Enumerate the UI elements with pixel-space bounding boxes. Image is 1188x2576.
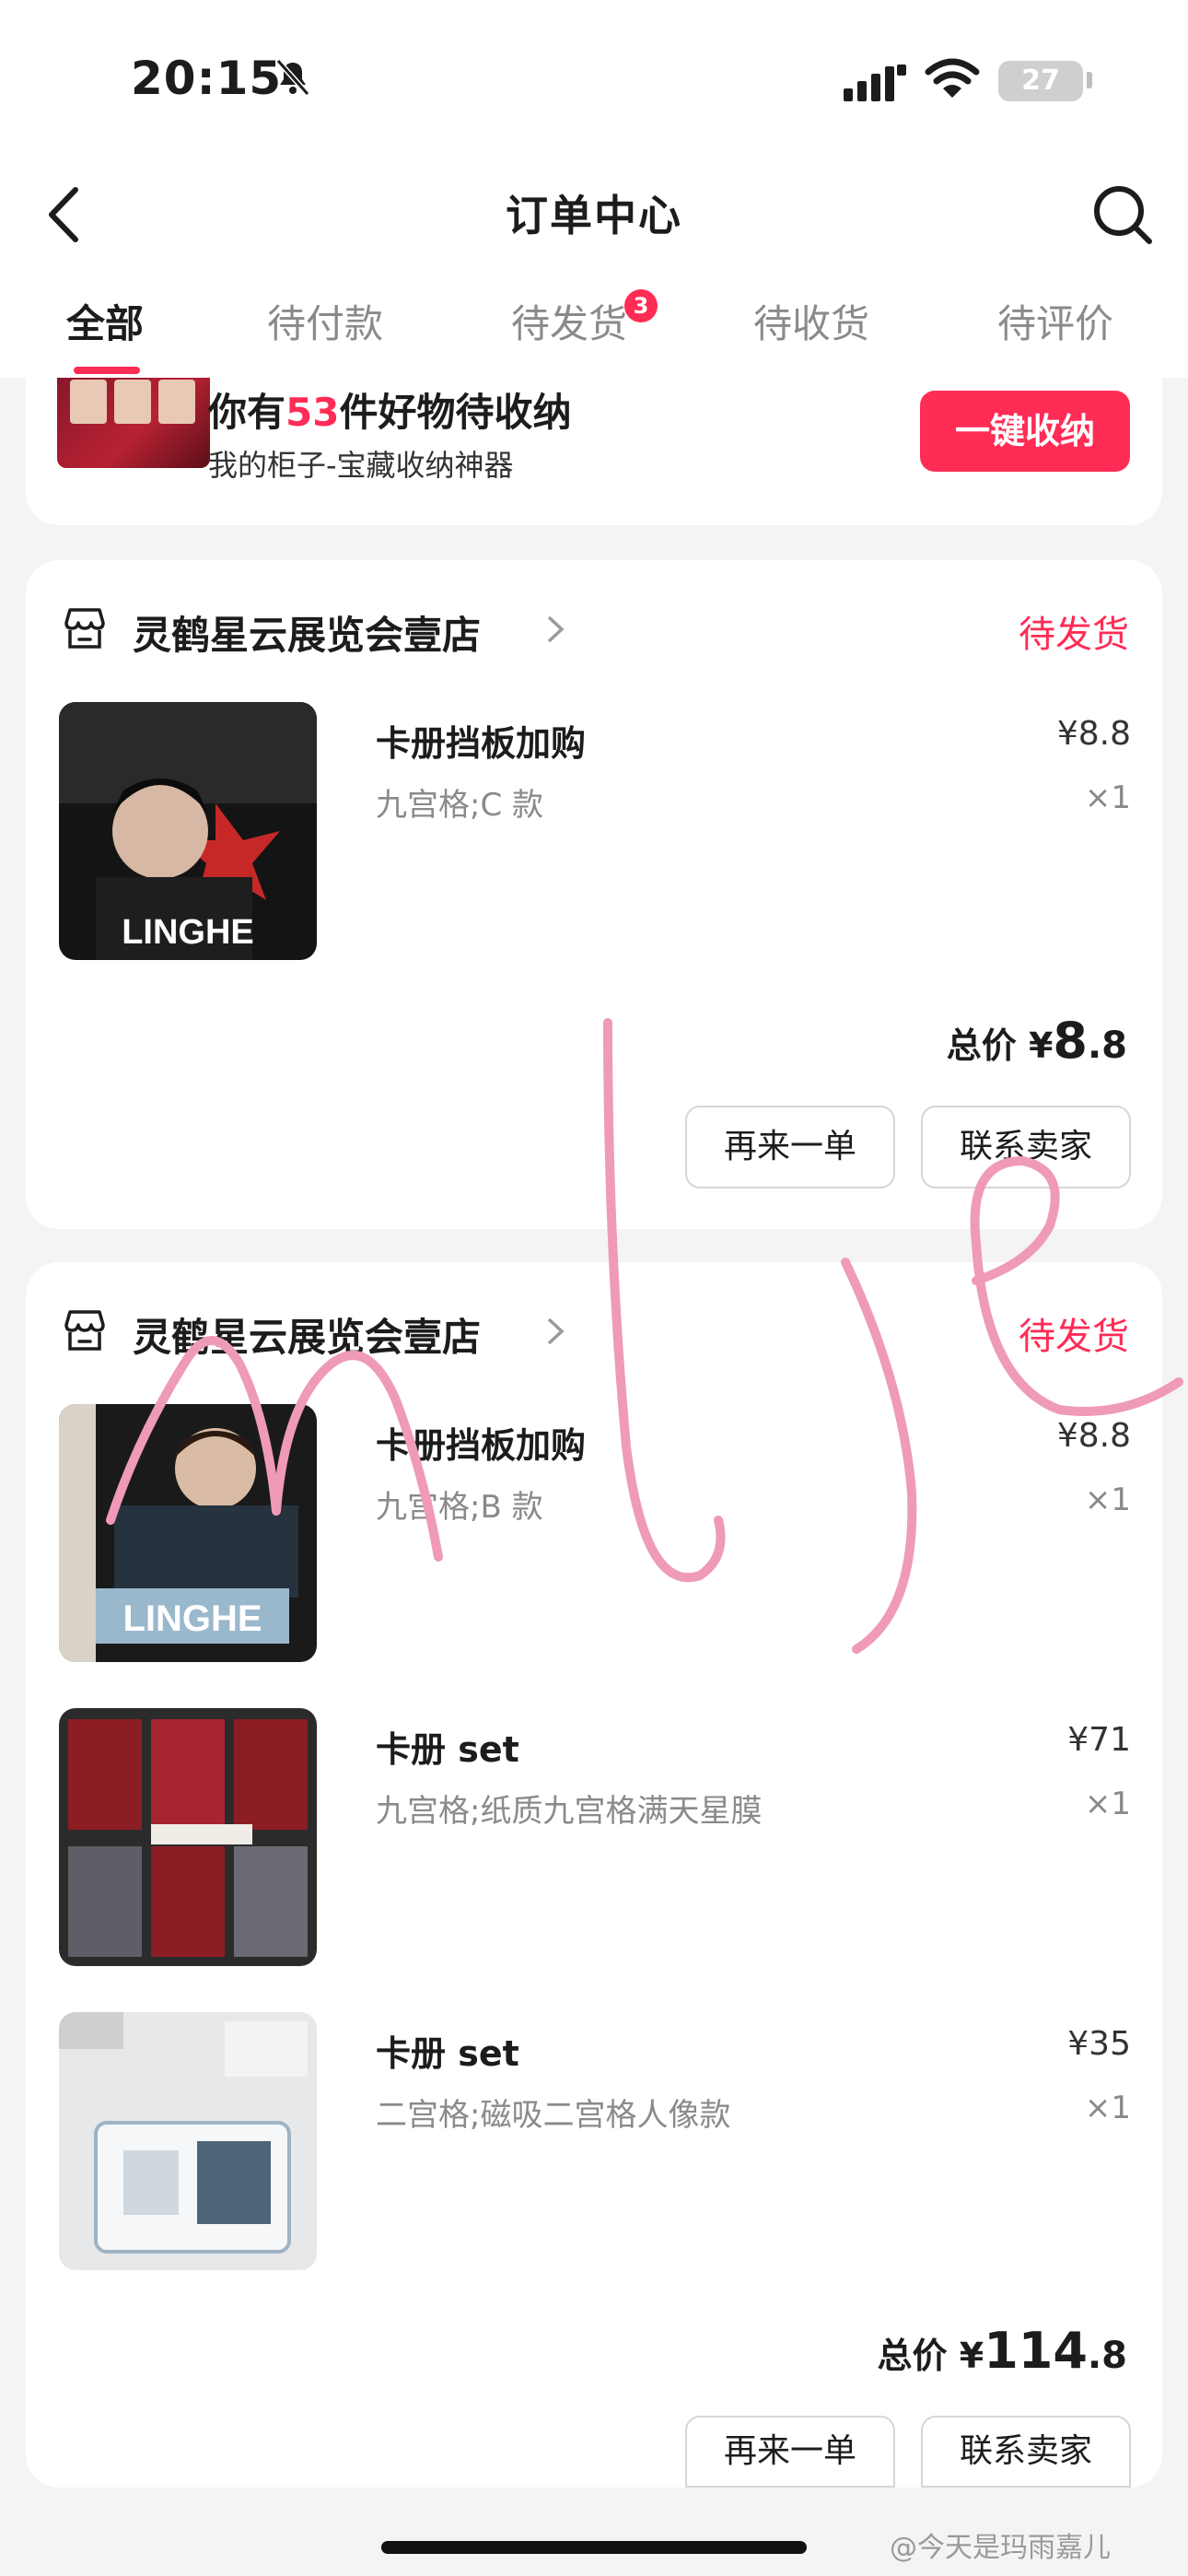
nav-bar: 订单中心 [0,166,1188,258]
product-name: 卡册挡板加购 [376,1425,587,1466]
product-price: ¥71 [1067,1721,1131,1759]
product-image [59,1708,317,1966]
wifi-icon [925,58,980,98]
product-name: 卡册 set [376,2033,519,2074]
active-tab-indicator [74,367,140,374]
product-image-text: LINGHE [122,1598,262,1639]
tab-all[interactable]: 全部 [66,293,144,349]
battery-tip [1087,72,1092,88]
tab-badge: 3 [624,289,658,322]
order-card: 灵鹤星云展览会壹店 待发货 LINGHE 卡册挡板加购 九宫格;B 款 ¥8.8… [26,1262,1162,2488]
product-spec: 二宫格;磁吸二宫格人像款 [376,2097,731,2134]
status-time: 20:15 [131,52,283,105]
search-icon[interactable] [1090,182,1155,247]
promo-subtitle: 我的柜子-宝藏收纳神器 [208,448,514,483]
order-tabs: 全部 待付款 待发货 3 待收货 待评价 [0,289,1188,376]
reorder-button[interactable]: 再来一单 [685,1106,895,1188]
shop-header[interactable]: 灵鹤星云展览会壹店 待发货 [61,601,1129,658]
tab-pending-payment[interactable]: 待付款 [267,293,383,349]
total-amount-int: 8 [1053,1012,1088,1070]
product-spec: 九宫格;纸质九宫格满天星膜 [376,1793,763,1830]
product-price: ¥8.8 [1056,1417,1131,1455]
battery-indicator: 27 [998,61,1083,101]
promo-title-suffix: 件好物待收纳 [339,390,572,435]
order-item[interactable]: 卡册 set 二宫格;磁吸二宫格人像款 ¥35 ×1 [59,2012,1131,2270]
tab-pending-review[interactable]: 待评价 [997,293,1113,349]
total-label: 总价 [877,2336,948,2376]
product-quantity: ×1 [1084,779,1131,816]
cellular-signal-icon [844,64,906,101]
total-label: 总价 [946,1025,1017,1066]
product-name: 卡册挡板加购 [376,723,587,764]
page-title: 订单中心 [506,191,682,240]
order-total: 总价 ¥114.8 [878,2322,1127,2380]
product-image-text: LINGHE [122,913,254,952]
order-status: 待发货 [1019,1316,1129,1358]
watermark: @今天是玛雨嘉儿 [890,2532,1111,2564]
product-image [59,2012,317,2270]
shop-name: 灵鹤星云展览会壹店 [133,613,482,658]
top-bar: 20:15 27 订单中心 全部 待付款 待发货 3 待收货 待评价 [0,0,1188,378]
order-item[interactable]: LINGHE 卡册挡板加购 九宫格;B 款 ¥8.8 ×1 [59,1404,1131,1662]
chevron-right-icon [547,1317,565,1345]
shop-header[interactable]: 灵鹤星云展览会壹店 待发货 [61,1303,1129,1360]
order-item[interactable]: LINGHE 卡册挡板加购 九宫格;C 款 ¥8.8 ×1 [59,702,1131,960]
order-total: 总价 ¥8.8 [947,1012,1127,1070]
product-name: 卡册 set [376,1729,519,1770]
shop-name: 灵鹤星云展览会壹店 [133,1315,482,1360]
home-indicator [381,2541,807,2554]
total-amount-int: 114 [984,2322,1088,2380]
product-image: LINGHE [59,702,317,960]
order-item[interactable]: 卡册 set 九宫格;纸质九宫格满天星膜 ¥71 ×1 [59,1708,1131,1966]
reorder-button[interactable]: 再来一单 [685,2416,895,2488]
status-bar: 20:15 27 [0,44,1188,118]
contact-seller-button[interactable]: 联系卖家 [921,1106,1131,1188]
shop-icon [64,1310,105,1351]
product-quantity: ×1 [1084,1481,1131,1518]
promo-count: 53 [285,390,340,435]
shop-icon [64,608,105,649]
total-currency: ¥ [959,2336,984,2376]
product-spec: 九宫格;C 款 [376,787,544,824]
promo-title: 你有53件好物待收纳 [208,381,571,438]
order-status: 待发货 [1019,614,1129,656]
contact-seller-button[interactable]: 联系卖家 [921,2416,1131,2488]
one-click-store-button[interactable]: 一键收纳 [920,391,1130,472]
muted-bell-icon [275,59,310,96]
total-amount-dec: .8 [1087,1025,1127,1067]
total-amount-dec: .8 [1087,2335,1127,2377]
order-card: 灵鹤星云展览会壹店 待发货 LINGHE 卡册挡板加购 九宫格;C 款 ¥8.8… [26,560,1162,1229]
product-quantity: ×1 [1084,2090,1131,2126]
promo-title-prefix: 你有 [208,390,286,435]
product-price: ¥8.8 [1056,715,1131,753]
total-currency: ¥ [1028,1025,1054,1066]
product-quantity: ×1 [1084,1786,1131,1822]
tab-pending-receipt[interactable]: 待收货 [753,293,869,349]
product-spec: 九宫格;B 款 [376,1489,543,1526]
battery-level: 27 [1021,64,1060,97]
product-price: ¥35 [1067,2025,1131,2063]
chevron-right-icon [547,615,565,643]
tab-pending-shipment[interactable]: 待发货 [511,293,627,349]
product-image: LINGHE [59,1404,317,1662]
